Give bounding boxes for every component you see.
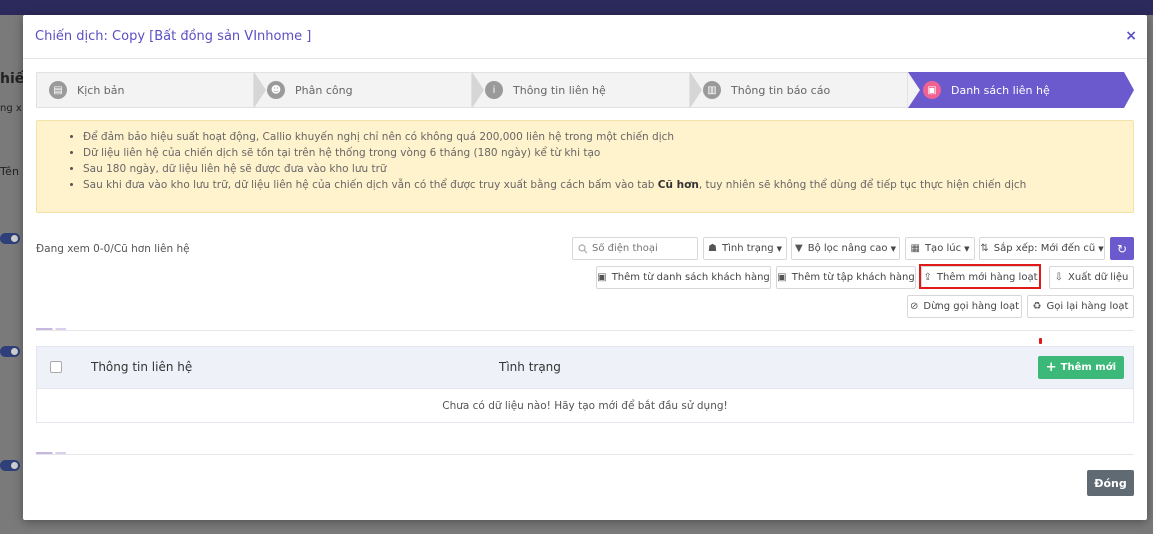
sort-label: Sắp xếp: Mới đến cũ: [993, 243, 1096, 254]
info-notice: Để đảm bảo hiệu suất hoạt động, Callio k…: [36, 120, 1134, 213]
bg-column-label: Tên: [0, 165, 19, 178]
close-button[interactable]: Đóng: [1087, 470, 1134, 496]
chart-icon: ▥: [703, 81, 721, 99]
step-separator: [690, 72, 702, 108]
column-status: Tình trạng: [499, 360, 561, 374]
calendar-icon: ▦: [910, 243, 920, 254]
step-arrow: [1124, 72, 1134, 108]
recall-bulk-button[interactable]: ♻ Gọi lại hàng loạt: [1027, 295, 1134, 318]
stop-bulk-call-label: Dừng gọi hàng loạt: [923, 301, 1019, 312]
add-new-label: Thêm mới: [1060, 362, 1116, 373]
add-new-button[interactable]: + Thêm mới: [1037, 356, 1124, 379]
modal-title: Chiến dịch: Copy [Bất đồng sản VInhome ]: [35, 29, 312, 44]
step-label: Kịch bản: [77, 83, 125, 97]
filter-icon: ▼: [795, 243, 803, 254]
refresh-button[interactable]: ↻: [1110, 237, 1134, 260]
contact-icon: ▣: [597, 272, 607, 283]
notice-item: Sau 180 ngày, dữ liệu liên hệ sẽ được đư…: [83, 161, 1133, 177]
step-separator: [254, 72, 266, 108]
status-filter-button[interactable]: ☗ Tình trạng ▼: [703, 237, 787, 260]
caret-down-icon: ▼: [776, 244, 782, 253]
export-button[interactable]: ⇩ Xuất dữ liệu: [1049, 266, 1134, 289]
step-assignment[interactable]: ☻ Phân công: [254, 72, 472, 108]
bg-toggle: [0, 460, 20, 471]
created-at-label: Tạo lúc: [924, 243, 962, 254]
ban-icon: ⊘: [910, 301, 919, 312]
bg-toggle: [0, 346, 20, 357]
step-label: Danh sách liên hệ: [951, 83, 1050, 97]
plus-icon: +: [1045, 360, 1057, 375]
table-header: Thông tin liên hệ Tình trạng + Thêm mới: [37, 347, 1133, 389]
step-separator: [908, 72, 920, 108]
contact-icon: ▣: [777, 272, 787, 283]
phone-search-field[interactable]: [592, 243, 692, 254]
step-contact-list[interactable]: ▣ Danh sách liên hệ: [908, 72, 1124, 108]
wizard-stepper: ▤ Kịch bản ☻ Phân công i Thông tin liên …: [36, 72, 1134, 108]
step-script[interactable]: ▤ Kịch bản: [36, 72, 254, 108]
advanced-filter-button[interactable]: ▼ Bộ lọc nâng cao ▼: [791, 237, 900, 260]
app-topbar: [0, 0, 1153, 15]
step-label: Thông tin liên hệ: [513, 83, 606, 97]
info-icon: i: [485, 81, 503, 99]
recycle-icon: ♻: [1032, 301, 1042, 312]
divider: [36, 330, 1134, 331]
stop-bulk-call-button[interactable]: ⊘ Dừng gọi hàng loạt: [907, 295, 1022, 318]
step-label: Thông tin báo cáo: [731, 83, 831, 97]
step-report-info[interactable]: ▥ Thông tin báo cáo: [690, 72, 908, 108]
close-icon[interactable]: ×: [1125, 28, 1137, 44]
sort-button[interactable]: ⇅ Sắp xếp: Mới đến cũ ▼: [979, 237, 1105, 260]
search-icon: [578, 243, 588, 253]
empty-state: Chưa có dữ liệu nào! Hãy tạo mới để bắt …: [442, 400, 728, 412]
bg-subtext: ng x: [0, 103, 22, 114]
users-icon: ☻: [267, 81, 285, 99]
campaign-modal: Chiến dịch: Copy [Bất đồng sản VInhome ]…: [23, 15, 1147, 520]
add-from-customer-set-label: Thêm từ tập khách hàng: [791, 272, 915, 283]
file-icon: ▤: [49, 81, 67, 99]
divider: [36, 454, 1134, 455]
advanced-filter-label: Bộ lọc nâng cao: [807, 243, 888, 254]
caret-down-icon: ▼: [890, 244, 896, 253]
step-separator: [472, 72, 484, 108]
step-contact-info[interactable]: i Thông tin liên hệ: [472, 72, 690, 108]
showing-count: Đang xem 0-0/Cũ hơn liên hệ: [36, 243, 190, 255]
notice-item: Để đảm bảo hiệu suất hoạt động, Callio k…: [83, 129, 1133, 145]
contact-icon: ▣: [923, 81, 941, 99]
search-input[interactable]: [572, 237, 698, 260]
step-label: Phân công: [295, 83, 353, 97]
export-label: Xuất dữ liệu: [1068, 272, 1129, 283]
created-at-filter-button[interactable]: ▦ Tạo lúc ▼: [905, 237, 975, 260]
notice-item: Dữ liệu liên hệ của chiến dịch sẽ tồn tạ…: [83, 145, 1133, 161]
add-from-customer-list-button[interactable]: ▣ Thêm từ danh sách khách hàng: [596, 266, 771, 289]
contacts-table: Thông tin liên hệ Tình trạng + Thêm mới C…: [36, 346, 1134, 423]
download-icon: ⇩: [1054, 272, 1064, 283]
sort-icon: ⇅: [980, 243, 989, 254]
recall-bulk-label: Gọi lại hàng loạt: [1046, 301, 1129, 312]
bg-toggle: [0, 233, 20, 244]
red-marker: [1039, 338, 1042, 344]
status-icon: ☗: [708, 243, 717, 254]
highlight-box: [919, 264, 1041, 289]
status-filter-label: Tình trạng: [722, 243, 774, 254]
modal-header: Chiến dịch: Copy [Bất đồng sản VInhome ]…: [23, 15, 1147, 59]
caret-down-icon: ▼: [964, 244, 970, 253]
add-from-customer-list-label: Thêm từ danh sách khách hàng: [611, 272, 770, 283]
refresh-icon: ↻: [1116, 241, 1128, 256]
notice-item: Sau khi đưa vào kho lưu trữ, dữ liệu liê…: [83, 177, 1133, 193]
older-tab-link: Cũ hơn: [657, 179, 699, 191]
caret-down-icon: ▼: [1098, 244, 1104, 253]
select-all-checkbox[interactable]: [50, 361, 62, 373]
add-from-customer-set-button[interactable]: ▣ Thêm từ tập khách hàng: [776, 266, 916, 289]
column-contact-info: Thông tin liên hệ: [91, 360, 193, 374]
